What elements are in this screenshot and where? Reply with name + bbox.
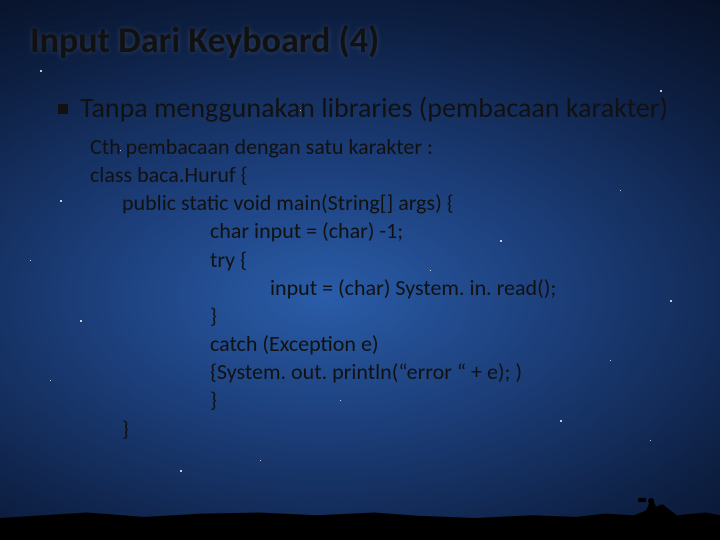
code-line: class baca.Huruf { [90,161,690,189]
photographer-silhouette [640,484,668,522]
code-line: {System. out. println(“error “ + e); ) [90,358,690,386]
code-line: catch (Exception e) [90,330,690,358]
code-block: Cth pembacaan dengan satu karakter : cla… [90,133,690,443]
code-line: Cth pembacaan dengan satu karakter : [90,133,690,161]
bullet-item: Tanpa menggunakan libraries (pembacaan k… [58,90,690,125]
slide-content: Input Dari Keyboard (4) Tanpa menggunaka… [0,0,720,540]
code-line: } [90,415,690,443]
code-line: } [90,302,690,330]
code-line: } [90,386,690,414]
bullet-icon [58,104,68,114]
code-line: input = (char) System. in. read(); [90,274,690,302]
slide-title: Input Dari Keyboard (4) [30,18,690,62]
code-line: public static void main(String[] args) { [90,189,690,217]
code-line: char input = (char) -1; [90,217,690,245]
code-line: try { [90,246,690,274]
bullet-text: Tanpa menggunakan libraries (pembacaan k… [80,90,668,125]
